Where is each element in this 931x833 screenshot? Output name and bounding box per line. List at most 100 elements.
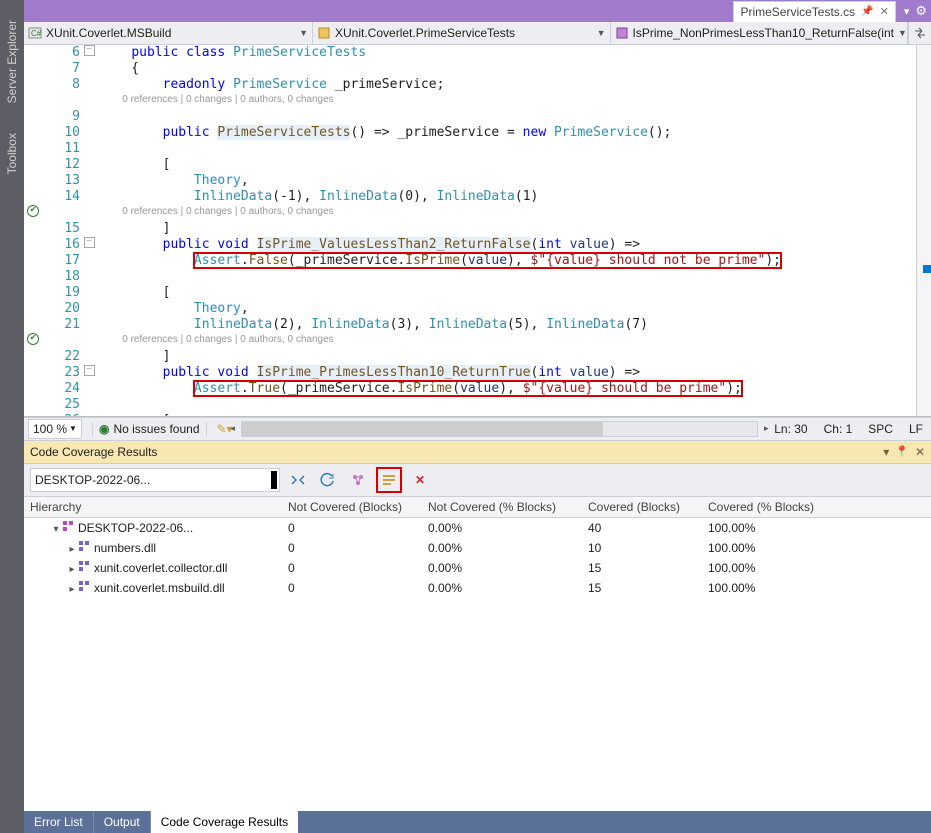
- line-number: 16: [42, 237, 82, 253]
- cell-covered-percent: 100.00%: [708, 581, 931, 595]
- coverage-row[interactable]: ▾DESKTOP-2022-06...00.00%40100.00%: [24, 518, 931, 538]
- coverage-toolbar: DESKTOP-2022-06... ✕: [24, 464, 931, 496]
- code-navigation-bar: C# XUnit.Coverlet.MSBuild ▼ XUnit.Coverl…: [24, 22, 931, 45]
- settings-gear-icon[interactable]: ⚙: [915, 3, 927, 19]
- module-icon: [78, 580, 90, 592]
- code-line[interactable]: 20 Theory,: [24, 301, 916, 317]
- line-number: 21: [42, 317, 82, 333]
- line-number: 7: [42, 61, 82, 77]
- code-line[interactable]: 14 InlineData(-1), InlineData(0), Inline…: [24, 189, 916, 205]
- tree-toggle-icon[interactable]: ▸: [66, 584, 78, 595]
- dropdown-chevron-icon: ▼: [69, 424, 77, 433]
- swap-panes-button[interactable]: [908, 22, 931, 44]
- fold-toggle-icon[interactable]: −: [84, 45, 95, 56]
- code-line[interactable]: 6− public class PrimeServiceTests: [24, 45, 916, 61]
- cell-covered-blocks: 15: [588, 581, 708, 595]
- col-covered-percent[interactable]: Covered (% Blocks): [708, 500, 931, 514]
- editor-horizontal-scrollbar[interactable]: ◂ ▸: [241, 421, 759, 437]
- nav-member-dropdown[interactable]: IsPrime_NonPrimesLessThan10_ReturnFalse(…: [611, 22, 909, 44]
- line-number: 19: [42, 285, 82, 301]
- scroll-left-icon[interactable]: ◂: [226, 422, 240, 436]
- bottom-tab[interactable]: Error List: [24, 811, 94, 833]
- coverage-row[interactable]: ▸xunit.coverlet.msbuild.dll00.00%15100.0…: [24, 578, 931, 598]
- code-line[interactable]: 22 ]: [24, 349, 916, 365]
- code-line[interactable]: 18: [24, 269, 916, 285]
- module-icon: [78, 560, 90, 572]
- coverage-row[interactable]: ▸xunit.coverlet.collector.dll00.00%15100…: [24, 558, 931, 578]
- col-hierarchy[interactable]: Hierarchy: [24, 500, 288, 514]
- code-line[interactable]: 26 [: [24, 413, 916, 416]
- export-results-button[interactable]: [346, 468, 370, 492]
- col-not-covered-percent[interactable]: Not Covered (% Blocks): [428, 500, 588, 514]
- dropdown-chevron-icon: ▼: [299, 28, 308, 38]
- nav-project-dropdown[interactable]: C# XUnit.Coverlet.MSBuild ▼: [24, 22, 313, 44]
- code-line[interactable]: 10 public PrimeServiceTests() => _primeS…: [24, 125, 916, 141]
- cell-not-covered-percent: 0.00%: [428, 541, 588, 555]
- toolbox-tab[interactable]: Toolbox: [5, 133, 19, 174]
- code-line[interactable]: 9: [24, 109, 916, 125]
- code-line[interactable]: 23− public void IsPrime_PrimesLessThan10…: [24, 365, 916, 381]
- show-code-coverage-coloring-button[interactable]: [376, 467, 402, 493]
- code-line[interactable]: 17 Assert.False(_primeService.IsPrime(va…: [24, 253, 916, 269]
- issues-status[interactable]: ◉ No issues found: [99, 422, 200, 436]
- close-icon[interactable]: ✕: [915, 445, 925, 459]
- tab-overflow-chevron-icon[interactable]: ▾: [904, 5, 910, 18]
- codelens-row[interactable]: ✔ 0 references | 0 changes | 0 authors, …: [24, 205, 916, 221]
- code-line[interactable]: 21 InlineData(2), InlineData(3), InlineD…: [24, 317, 916, 333]
- issues-label: No issues found: [113, 422, 199, 436]
- code-line[interactable]: 16− public void IsPrime_ValuesLessThan2_…: [24, 237, 916, 253]
- col-covered-blocks[interactable]: Covered (Blocks): [588, 500, 708, 514]
- code-line[interactable]: 25: [24, 397, 916, 413]
- code-line[interactable]: 12 [: [24, 157, 916, 173]
- remove-button[interactable]: ✕: [408, 468, 432, 492]
- fold-toggle-icon[interactable]: −: [84, 365, 95, 376]
- code-line[interactable]: 15 ]: [24, 221, 916, 237]
- tree-toggle-icon[interactable]: ▸: [66, 544, 78, 555]
- codelens-row[interactable]: 0 references | 0 changes | 0 authors, 0 …: [24, 93, 916, 109]
- code-line[interactable]: 24 Assert.True(_primeService.IsPrime(val…: [24, 381, 916, 397]
- line-number: 8: [42, 77, 82, 93]
- caret-line: Ln: 30: [766, 422, 815, 436]
- bottom-tab[interactable]: Code Coverage Results: [151, 811, 298, 833]
- codelens-row[interactable]: ✔ 0 references | 0 changes | 0 authors, …: [24, 333, 916, 349]
- dropdown-chevron-icon: ▼: [597, 28, 606, 38]
- indent-mode[interactable]: SPC: [860, 422, 901, 436]
- code-line[interactable]: 11: [24, 141, 916, 157]
- caret-column: Ch: 1: [816, 422, 861, 436]
- refresh-button[interactable]: [316, 468, 340, 492]
- cell-not-covered-percent: 0.00%: [428, 581, 588, 595]
- close-icon[interactable]: ✕: [880, 5, 889, 18]
- coverage-results-dropdown[interactable]: DESKTOP-2022-06...: [30, 468, 280, 492]
- line-number: 25: [42, 397, 82, 413]
- tree-toggle-icon[interactable]: ▸: [66, 564, 78, 575]
- code-line[interactable]: 13 Theory,: [24, 173, 916, 189]
- line-number: 14: [42, 189, 82, 205]
- pin-icon[interactable]: 📌: [861, 6, 873, 17]
- line-endings[interactable]: LF: [901, 422, 931, 436]
- server-explorer-tab[interactable]: Server Explorer: [5, 20, 19, 103]
- document-tab-active[interactable]: PrimeServiceTests.cs 📌 ✕: [733, 1, 895, 22]
- code-line[interactable]: 19 [: [24, 285, 916, 301]
- scroll-right-icon[interactable]: ▸: [759, 422, 773, 436]
- editor-vertical-scrollbar[interactable]: [916, 45, 931, 416]
- nav-member-label: IsPrime_NonPrimesLessThan10_ReturnFalse(…: [633, 26, 894, 40]
- code-line[interactable]: 7 {: [24, 61, 916, 77]
- bottom-tab[interactable]: Output: [94, 811, 151, 833]
- coverage-row-name: xunit.coverlet.msbuild.dll: [94, 581, 225, 595]
- coverage-table-header[interactable]: Hierarchy Not Covered (Blocks) Not Cover…: [24, 497, 931, 518]
- nav-class-dropdown[interactable]: XUnit.Coverlet.PrimeServiceTests ▼: [313, 22, 611, 44]
- pin-icon[interactable]: 📍: [895, 445, 909, 459]
- code-editor[interactable]: 6− public class PrimeServiceTests7 {8 re…: [24, 45, 916, 416]
- code-line[interactable]: 8 readonly PrimeService _primeService;: [24, 77, 916, 93]
- col-not-covered-blocks[interactable]: Not Covered (Blocks): [288, 500, 428, 514]
- cell-not-covered-blocks: 0: [288, 561, 428, 575]
- window-options-chevron-icon[interactable]: ▾: [883, 445, 889, 459]
- cell-covered-percent: 100.00%: [708, 561, 931, 575]
- merge-results-button[interactable]: [286, 468, 310, 492]
- cell-covered-percent: 100.00%: [708, 521, 931, 535]
- tree-toggle-icon[interactable]: ▾: [50, 524, 62, 535]
- coverage-panel-titlebar[interactable]: Code Coverage Results ▾ 📍 ✕: [24, 441, 931, 464]
- coverage-row[interactable]: ▸numbers.dll00.00%10100.00%: [24, 538, 931, 558]
- zoom-dropdown[interactable]: 100 % ▼: [28, 419, 82, 439]
- fold-toggle-icon[interactable]: −: [84, 237, 95, 248]
